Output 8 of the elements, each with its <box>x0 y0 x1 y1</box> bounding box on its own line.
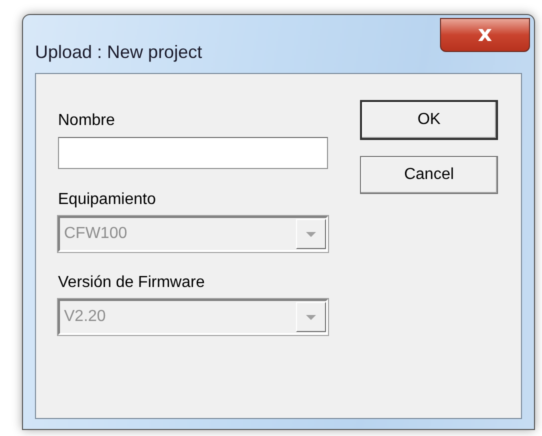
dialog-button[interactable]: Cancel <box>360 156 498 194</box>
field-label: Versión de Firmware <box>58 274 206 292</box>
input-field[interactable] <box>58 137 328 169</box>
dialog-button[interactable]: OK <box>360 100 498 140</box>
field-label: Nombre <box>58 112 116 130</box>
close-button[interactable]: x <box>440 18 530 52</box>
window-title: Upload : New project <box>35 42 202 63</box>
field-label: Equipamiento <box>58 191 157 209</box>
